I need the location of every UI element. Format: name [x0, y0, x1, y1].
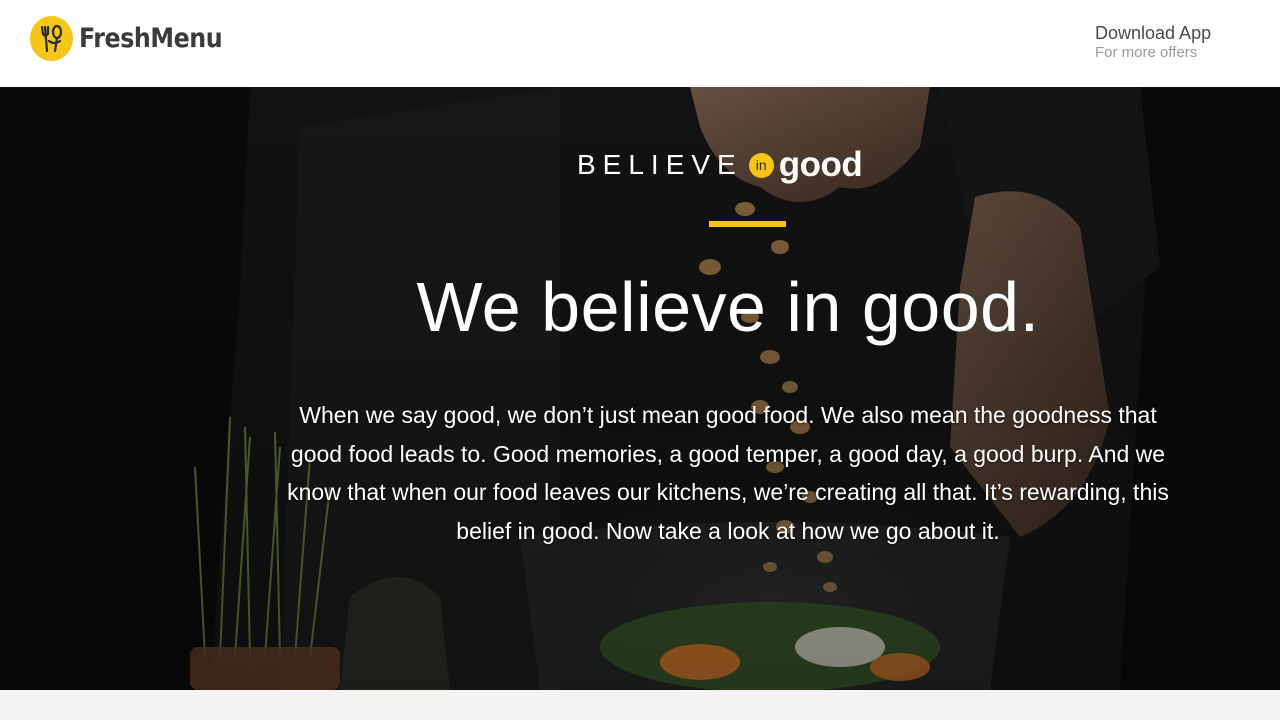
download-app-link[interactable]: Download App For more offers — [1095, 22, 1211, 62]
download-app-subtitle: For more offers — [1095, 44, 1198, 61]
believe-in-good-tagline: BELIEVE in good — [577, 145, 863, 185]
fork-spoon-icon — [30, 16, 73, 61]
hero-description: When we say good, we don’t just mean goo… — [287, 402, 1169, 544]
freshmenu-logo[interactable]: FreshMenu — [30, 16, 242, 61]
top-header: FreshMenu Download App For more offers — [0, 0, 1280, 87]
download-app-title: Download App — [1095, 23, 1212, 43]
tagline-believe: BELIEVE — [577, 149, 743, 180]
brand-name: FreshMenu — [79, 23, 223, 54]
tagline-good: good — [778, 145, 863, 184]
hero-banner: BELIEVE in good We believe in good. When… — [0, 87, 1280, 690]
hero-headline: We believe in good. — [416, 268, 1040, 346]
tagline-in-badge: in — [748, 152, 774, 178]
accent-divider — [709, 221, 786, 227]
